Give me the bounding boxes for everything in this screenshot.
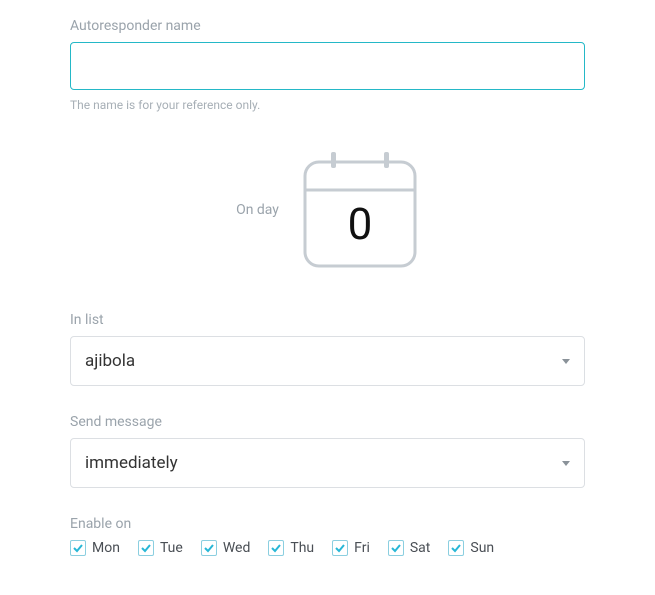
autoresponder-name-group: Autoresponder name The name is for your …	[70, 18, 585, 112]
on-day-label: On day	[236, 202, 279, 218]
day-label-text: Thu	[290, 540, 314, 556]
checkbox-icon	[268, 540, 284, 556]
day-label-text: Tue	[160, 540, 183, 556]
checkbox-icon	[138, 540, 154, 556]
day-number-value: 0	[301, 198, 419, 250]
send-message-group: Send message immediately	[70, 414, 585, 488]
checkbox-icon	[332, 540, 348, 556]
day-checkbox-mon[interactable]: Mon	[70, 540, 120, 556]
day-checkbox-fri[interactable]: Fri	[332, 540, 370, 556]
day-label-text: Sun	[470, 540, 494, 556]
checkbox-icon	[70, 540, 86, 556]
day-label-text: Mon	[92, 540, 120, 556]
chevron-down-icon	[562, 461, 570, 466]
day-label-text: Sat	[410, 540, 431, 556]
day-checkbox-sat[interactable]: Sat	[388, 540, 431, 556]
send-message-selected-value: immediately	[85, 453, 178, 473]
enable-on-group: Enable on Mon Tue Wed Thu	[70, 516, 585, 556]
in-list-selected-value: ajibola	[85, 351, 135, 371]
send-message-select[interactable]: immediately	[70, 438, 585, 488]
day-checkbox-thu[interactable]: Thu	[268, 540, 314, 556]
in-list-select[interactable]: ajibola	[70, 336, 585, 386]
day-number-stepper[interactable]: 0	[301, 150, 419, 270]
autoresponder-name-input[interactable]	[70, 42, 585, 90]
in-list-group: In list ajibola	[70, 312, 585, 386]
in-list-label: In list	[70, 312, 585, 328]
send-message-label: Send message	[70, 414, 585, 430]
checkbox-icon	[388, 540, 404, 556]
day-checkbox-tue[interactable]: Tue	[138, 540, 183, 556]
day-checkbox-sun[interactable]: Sun	[448, 540, 494, 556]
enable-on-label: Enable on	[70, 516, 585, 532]
autoresponder-name-label: Autoresponder name	[70, 18, 585, 34]
day-label-text: Wed	[223, 540, 251, 556]
autoresponder-help-text: The name is for your reference only.	[70, 98, 585, 112]
on-day-row: On day 0	[70, 150, 585, 270]
checkbox-icon	[201, 540, 217, 556]
enable-on-days-row: Mon Tue Wed Thu Fri	[70, 540, 585, 556]
checkbox-icon	[448, 540, 464, 556]
chevron-down-icon	[562, 359, 570, 364]
day-checkbox-wed[interactable]: Wed	[201, 540, 251, 556]
day-label-text: Fri	[354, 540, 370, 556]
